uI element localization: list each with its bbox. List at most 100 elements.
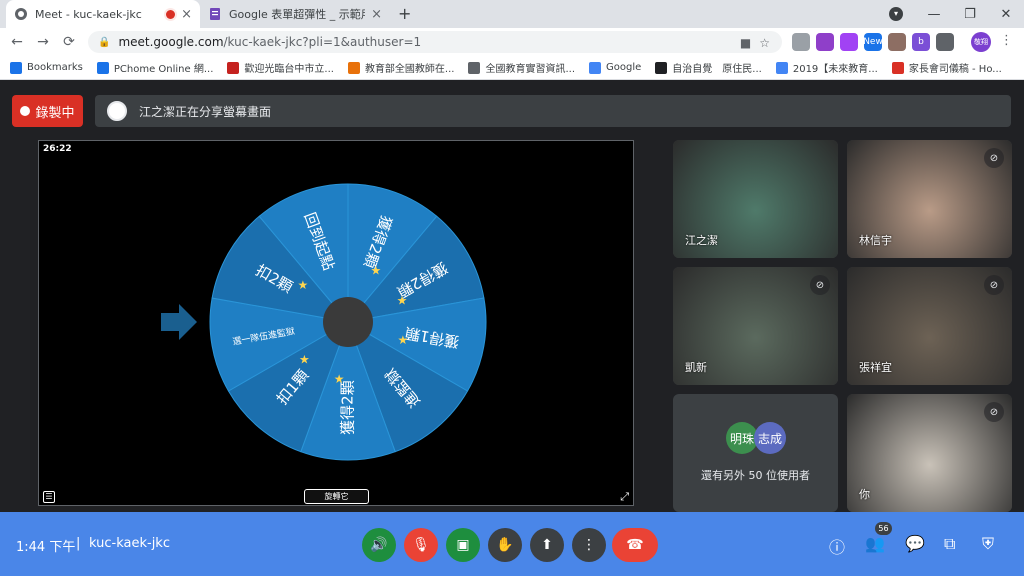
meet-favicon-icon <box>15 8 27 20</box>
bookmark-icon <box>891 61 904 74</box>
bookmark-icon <box>775 61 788 74</box>
bookmark-item[interactable]: Google <box>589 61 642 74</box>
bookmark-item[interactable]: 2019【未來教育... <box>775 60 878 75</box>
bookmark-icon <box>227 61 240 74</box>
presenter-avatar <box>107 101 127 121</box>
bookmark-label: Google <box>606 62 642 73</box>
mic-off-icon: ⊘ <box>810 275 830 295</box>
participant-name: 林信宇 <box>859 234 892 247</box>
forward-button[interactable]: → <box>30 34 56 50</box>
list-icon[interactable]: ☰ <box>43 491 55 503</box>
bookmark-icon <box>655 61 668 74</box>
tab-strip: Meet - kuc-kaek-jkc × Google 表單超彈性 _ 示範用… <box>0 0 1024 28</box>
participant-tile[interactable]: ⊘ 林信宇 <box>847 140 1012 258</box>
participant-tile[interactable]: ⊘ 張祥宜 <box>847 267 1012 385</box>
tab-meet[interactable]: Meet - kuc-kaek-jkc × <box>6 0 200 28</box>
tab-close-icon[interactable]: × <box>181 7 192 22</box>
star-icon: ★ <box>297 278 308 292</box>
meet-control-bar: 1:44 下午 | kuc-kaek-jkc 🔊 🎙 ▣ ✋ ⬆ ⋮ ☎ ⓘ 👥… <box>0 512 1024 576</box>
others-tile[interactable]: 明珠 志成 還有另外 50 位使用者 <box>673 394 838 512</box>
recording-badge[interactable]: 錄製中 <box>12 95 83 127</box>
bookmark-icon <box>468 61 481 74</box>
extension-icon[interactable] <box>840 33 858 51</box>
tab-search-icon[interactable]: ▾ <box>889 7 903 21</box>
window-close-button[interactable]: ✕ <box>988 7 1024 22</box>
present-button[interactable]: ⬆ <box>530 528 564 562</box>
bookmark-item[interactable]: PChome Online 網... <box>96 60 213 75</box>
fullscreen-icon[interactable]: ⤢ <box>620 490 629 504</box>
camera-permission-icon[interactable]: ■ <box>740 36 751 50</box>
participant-tile[interactable]: 江之潔 <box>673 140 838 258</box>
mic-off-icon: ⊘ <box>984 275 1004 295</box>
url-path: /kuc-kaek-jkc?pli=1&authuser=1 <box>223 35 422 49</box>
presenting-banner: 江之潔正在分享螢幕畫面 <box>95 95 1011 127</box>
extension-icon[interactable] <box>792 33 810 51</box>
camera-button[interactable]: ▣ <box>446 528 480 562</box>
bookmark-icon <box>10 61 22 74</box>
people-icon[interactable]: 👥 <box>865 534 885 553</box>
reload-button[interactable]: ⟳ <box>56 34 82 50</box>
presenting-text: 江之潔正在分享螢幕畫面 <box>139 104 272 119</box>
extension-icon[interactable] <box>816 33 834 51</box>
bookmarks-bar: Bookmarks PChome Online 網... 歡迎光臨台中市立... 教育… <box>0 56 1024 80</box>
self-tile[interactable]: ⊘ 你 <box>847 394 1012 512</box>
raise-hand-button[interactable]: ✋ <box>488 528 522 562</box>
extension-icon[interactable] <box>888 33 906 51</box>
bookmark-label: 全國教育實習資訊... <box>485 64 576 75</box>
star-icon: ★ <box>334 372 345 386</box>
participant-name: 江之潔 <box>685 234 718 247</box>
wheel-hub <box>323 297 373 347</box>
extension-new-icon[interactable]: New <box>863 33 883 51</box>
clock-text: 1:44 下午 <box>16 540 76 555</box>
info-icon[interactable]: ⓘ <box>829 534 845 558</box>
forms-favicon-icon <box>210 8 220 20</box>
prize-wheel: 獲得2顆★ 獲得2顆★獲得1顆★進監獄獲得2顆★扣1顆★選一隊伍進監獄扣2顆 ★回到… <box>161 183 487 461</box>
bookmark-item[interactable]: 全國教育實習資訊... <box>468 60 575 75</box>
timer-text: 26:22 <box>43 144 72 154</box>
meet-stage: 錄製中 江之潔正在分享螢幕畫面 獲得2顆 ★ 獲得2顆 ★ 獲得1顆 ★ 進監獄 獲得2顆 ★ 扣… <box>0 81 1024 512</box>
omnibox-actions: ■ ☆ <box>740 36 770 50</box>
spin-button[interactable]: 旋轉它 <box>304 489 369 504</box>
bookmark-item[interactable]: 自治自覺 原住民... <box>655 60 762 75</box>
star-icon: ★ <box>397 294 408 308</box>
speaker-icon[interactable]: 🔊 <box>362 528 396 562</box>
meeting-code: kuc-kaek-jkc <box>89 536 170 551</box>
star-icon: ★ <box>371 264 382 278</box>
mic-off-icon: ⊘ <box>984 148 1004 168</box>
other-participant-bubbles: 明珠 志成 <box>726 422 786 454</box>
activities-icon[interactable]: ⧉ <box>944 534 955 554</box>
restore-button[interactable]: ❐ <box>952 7 988 22</box>
bookmark-label: 歡迎光臨台中市立... <box>244 64 334 75</box>
tab-close-icon[interactable]: × <box>371 7 382 22</box>
participant-name: 你 <box>859 488 870 501</box>
bookmark-label: 家長會司儀稿 - Ho... <box>908 64 1002 75</box>
bookmark-icon <box>96 61 109 74</box>
new-tab-button[interactable]: + <box>398 4 411 23</box>
participant-name: 凱新 <box>685 361 707 374</box>
mic-off-button[interactable]: 🎙 <box>404 528 438 562</box>
profile-avatar[interactable]: 敬翔 <box>971 32 991 52</box>
bookmark-item[interactable]: Bookmarks <box>10 61 83 74</box>
browser-menu-icon[interactable]: ⋮ <box>1000 33 1013 48</box>
back-button[interactable]: ← <box>4 34 30 50</box>
star-icon: ★ <box>397 333 408 347</box>
participant-tile[interactable]: ⊘ 凱新 <box>673 267 838 385</box>
hang-up-button[interactable]: ☎ <box>612 528 658 562</box>
bookmark-item[interactable]: 家長會司儀稿 - Ho... <box>891 60 1002 75</box>
bookmark-item[interactable]: 教育部全國教師在... <box>347 60 454 75</box>
chat-icon[interactable]: 💬 <box>905 534 925 553</box>
lock-icon: 🔒 <box>98 36 111 48</box>
more-options-button[interactable]: ⋮ <box>572 528 606 562</box>
pointer-arrow-icon <box>161 304 197 340</box>
extension-icon[interactable]: b <box>912 33 930 51</box>
extensions-area: New b <box>792 33 954 51</box>
window-controls: — ❐ ✕ <box>916 0 1024 28</box>
extensions-puzzle-icon[interactable] <box>936 33 954 51</box>
minimize-button[interactable]: — <box>916 7 952 22</box>
bookmark-star-icon[interactable]: ☆ <box>759 36 770 50</box>
bookmark-item[interactable]: 歡迎光臨台中市立... <box>227 60 334 75</box>
tab-google-forms[interactable]: Google 表單超彈性 _ 示範用考試 × <box>200 0 390 28</box>
host-controls-icon[interactable]: ⛨ <box>982 534 994 554</box>
address-bar[interactable]: 🔒 meet.google.com/kuc-kaek-jkc?pli=1&aut… <box>88 31 782 53</box>
star-icon: ★ <box>299 353 310 367</box>
